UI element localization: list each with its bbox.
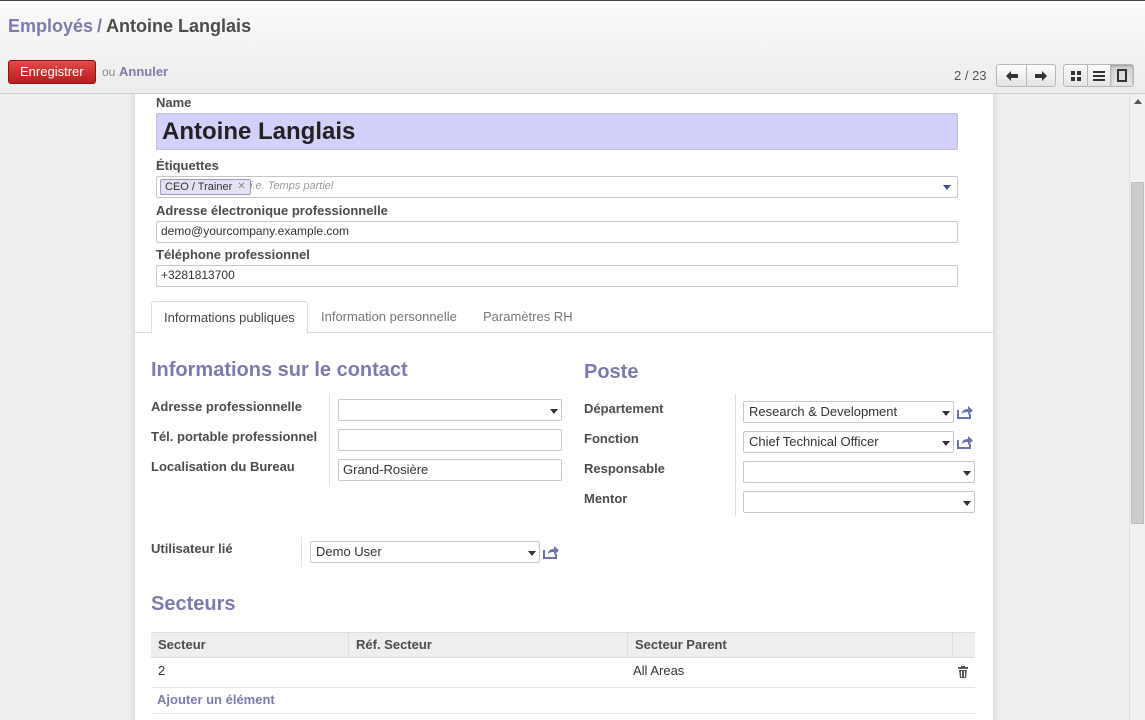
scroll-up-icon[interactable] [1134, 99, 1142, 104]
department-label: Département [584, 401, 664, 416]
external-link-icon[interactable] [957, 435, 973, 449]
pager-next-button[interactable] [1026, 65, 1055, 86]
pager-buttons [996, 64, 1056, 87]
external-link-icon[interactable] [543, 545, 559, 559]
cell-sector: 2 [158, 663, 166, 678]
work-address-select[interactable] [338, 399, 562, 421]
department-select[interactable]: Research & Development [743, 401, 954, 423]
arrow-left-icon [1005, 70, 1018, 81]
email-field[interactable]: demo@yourcompany.example.com [156, 221, 958, 243]
column-header-sector-ref[interactable]: Réf. Secteur [349, 633, 628, 657]
pager-previous-button[interactable] [997, 65, 1026, 86]
form-sheet: Name Antoine Langlais Étiquettes CEO / T… [134, 94, 994, 720]
column-header-parent-sector[interactable]: Secteur Parent [628, 633, 953, 657]
manager-label: Responsable [584, 461, 665, 476]
tab-personal-info[interactable]: Information personnelle [309, 301, 469, 333]
work-mobile-label: Tél. portable professionnel [151, 429, 318, 444]
chevron-down-icon [963, 501, 971, 506]
form-content-area: Name Antoine Langlais Étiquettes CEO / T… [0, 94, 1129, 720]
cancel-link[interactable]: Annuler [119, 64, 168, 79]
save-button[interactable]: Enregistrer [8, 60, 96, 84]
sectors-section-title: Secteurs [151, 593, 236, 615]
vertical-scrollbar[interactable] [1129, 94, 1145, 720]
work-location-field[interactable]: Grand-Rosière [338, 459, 562, 481]
cell-parent-sector: All Areas [633, 663, 685, 678]
view-switcher [1063, 64, 1134, 87]
form-view-button[interactable] [1110, 65, 1133, 86]
table-row[interactable]: 2 All Areas [151, 658, 975, 688]
tab-public-info[interactable]: Informations publiques [151, 301, 308, 334]
related-user-value: Demo User [316, 544, 382, 559]
contact-section-title: Informations sur le contact [151, 359, 408, 381]
job-select[interactable]: Chief Technical Officer [743, 431, 954, 453]
breadcrumb-current: Antoine Langlais [106, 16, 252, 36]
related-user-select[interactable]: Demo User [310, 541, 540, 563]
contact-separator [329, 394, 330, 486]
list-view-icon [1093, 70, 1105, 81]
tag-remove-icon[interactable]: ✕ [237, 180, 245, 194]
chevron-down-icon [942, 411, 950, 416]
breadcrumb-separator: / [97, 16, 103, 36]
kanban-view-button[interactable] [1064, 65, 1087, 86]
department-value: Research & Development [749, 404, 898, 419]
chevron-down-icon [550, 409, 558, 414]
chevron-down-icon [942, 441, 950, 446]
job-value: Chief Technical Officer [749, 434, 879, 449]
coach-select[interactable] [743, 491, 975, 513]
chevron-down-icon [528, 551, 536, 556]
tab-hr-settings[interactable]: Paramètres RH [471, 301, 585, 333]
tags-dropdown-icon[interactable] [943, 185, 951, 190]
phone-label: Téléphone professionnel [156, 247, 310, 262]
related-user-label: Utilisateur lié [151, 541, 233, 556]
kanban-view-icon [1070, 70, 1081, 81]
window-top-border [0, 0, 1145, 3]
tag-chip: CEO / Trainer ✕ [160, 179, 251, 195]
or-text: ou [102, 65, 116, 79]
breadcrumb-parent-link[interactable]: Employés [8, 16, 93, 36]
tags-placeholder: i.e. Temps partiel [250, 180, 334, 192]
name-input[interactable]: Antoine Langlais [156, 113, 958, 150]
work-mobile-field[interactable] [338, 429, 562, 451]
control-panel: Employés / Antoine Langlais Enregistrer ou… [0, 4, 1145, 94]
form-view-icon [1117, 69, 1127, 82]
position-section-title: Poste [584, 361, 639, 383]
email-label: Adresse électronique professionnelle [156, 203, 388, 218]
table-header: Secteur Réf. Secteur Secteur Parent [151, 632, 975, 658]
external-link-icon[interactable] [957, 405, 973, 419]
column-header-sector[interactable]: Secteur [151, 633, 349, 657]
pager-value[interactable]: 2 / 23 [954, 68, 987, 83]
phone-field[interactable]: +3281813700 [156, 265, 958, 287]
tag-label: CEO / Trainer [165, 181, 233, 193]
chevron-down-icon [963, 471, 971, 476]
cell-sector-ref [349, 658, 356, 684]
list-view-button[interactable] [1087, 65, 1110, 86]
work-address-label: Adresse professionnelle [151, 399, 302, 414]
coach-label: Mentor [584, 491, 628, 506]
add-item-link[interactable]: Ajouter un élément [157, 692, 275, 707]
position-separator [735, 394, 736, 516]
user-separator [301, 537, 302, 567]
tags-label: Étiquettes [156, 158, 219, 173]
tags-input[interactable]: CEO / Trainer ✕ i.e. Temps partiel [156, 176, 958, 198]
name-label: Name [156, 95, 192, 110]
manager-select[interactable] [743, 461, 975, 483]
work-location-label: Localisation du Bureau [151, 459, 295, 474]
arrow-right-icon [1035, 70, 1047, 81]
trash-icon[interactable] [958, 666, 968, 678]
scrollbar-thumb[interactable] [1131, 182, 1144, 524]
breadcrumb: Employés / Antoine Langlais [8, 16, 251, 37]
job-label: Fonction [584, 431, 639, 446]
notebook-tabs: Informations publiques Information perso… [135, 301, 993, 334]
